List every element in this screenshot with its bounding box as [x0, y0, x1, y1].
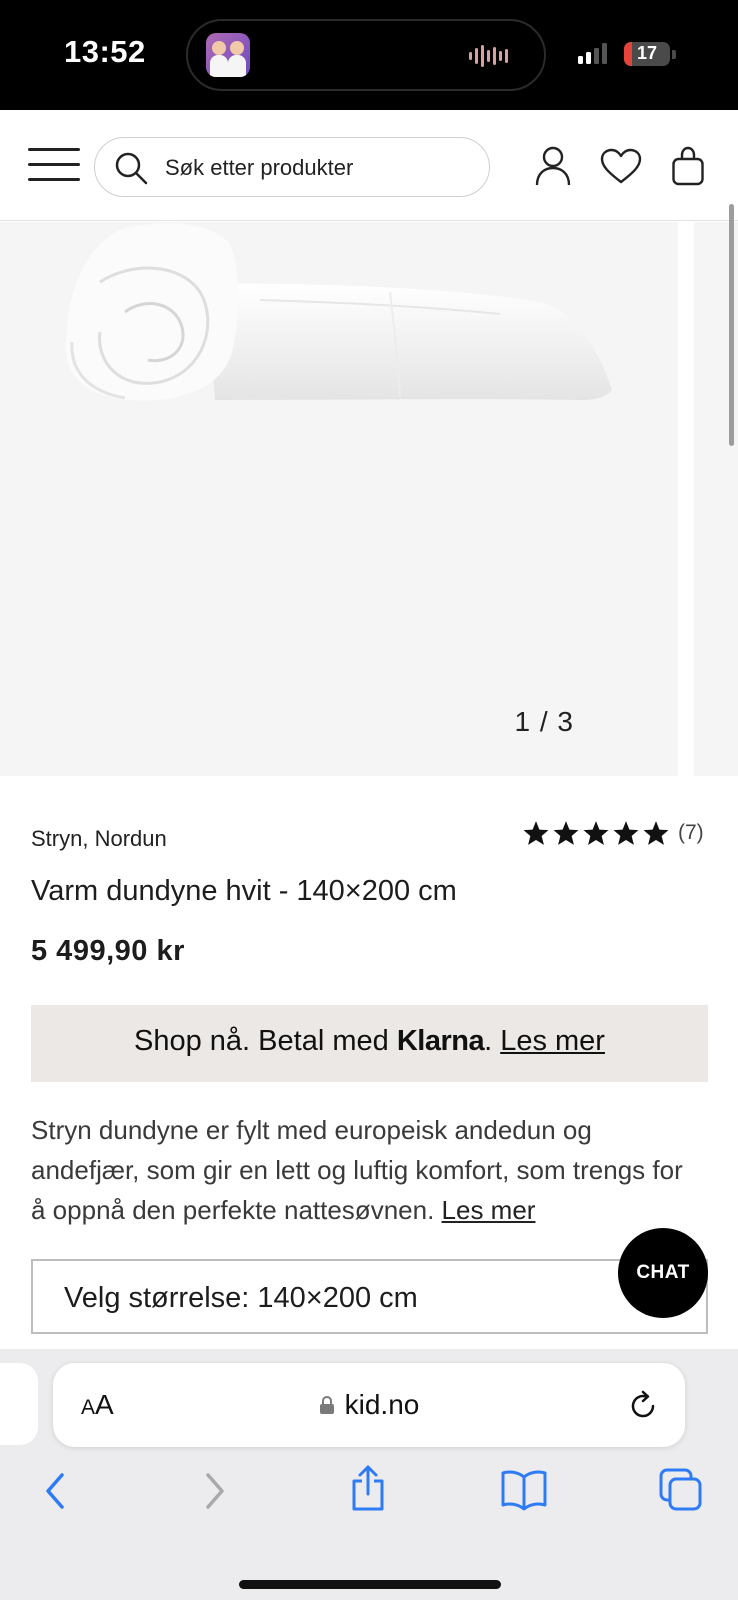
chat-button[interactable]: CHAT — [618, 1228, 708, 1318]
dynamic-island[interactable] — [186, 19, 546, 91]
forward-icon[interactable] — [198, 1469, 230, 1513]
review-count: (7) — [678, 821, 704, 844]
menu-icon[interactable] — [28, 148, 80, 182]
star-icon — [643, 821, 669, 845]
klarna-separator: . — [484, 1025, 501, 1057]
description-read-more-link[interactable]: Les mer — [442, 1195, 536, 1225]
share-icon[interactable] — [348, 1463, 388, 1513]
klarna-text: Shop nå. Betal med — [134, 1025, 397, 1057]
audio-waveform-icon — [469, 45, 508, 67]
wishlist-heart-icon[interactable] — [600, 148, 642, 184]
product-image-gallery[interactable]: 1 / 3 — [0, 222, 738, 776]
star-icon — [613, 821, 639, 845]
account-icon[interactable] — [535, 146, 571, 186]
product-price: 5 499,90 kr — [31, 935, 185, 967]
star-icon — [523, 821, 549, 845]
klarna-read-more-link[interactable]: Les mer — [500, 1025, 605, 1057]
bookmarks-icon[interactable] — [500, 1467, 548, 1511]
duvet-product-image — [66, 223, 612, 401]
battery-tip — [672, 50, 676, 59]
star-icon — [583, 821, 609, 845]
back-icon[interactable] — [40, 1469, 72, 1513]
product-rating[interactable]: (7) — [522, 820, 704, 846]
page-scrollbar[interactable] — [729, 204, 734, 446]
size-select[interactable]: Velg størrelse: 140×200 cm — [31, 1259, 708, 1334]
cellular-signal-icon — [578, 42, 607, 64]
gallery-counter: 1 / 3 — [514, 706, 574, 737]
battery-level: 17 — [636, 43, 658, 63]
battery-icon: 17 — [624, 42, 670, 66]
previous-tab-peek[interactable] — [0, 1363, 38, 1445]
search-icon — [115, 152, 148, 185]
product-description: Stryn dundyne er fylt med europeisk ande… — [31, 1110, 701, 1230]
star-icon — [553, 821, 579, 845]
cart-bag-icon[interactable] — [671, 146, 705, 186]
tabs-icon[interactable] — [658, 1467, 704, 1513]
url-text: kid.no — [344, 1389, 420, 1420]
address-bar[interactable]: AA kid.no — [53, 1363, 685, 1447]
now-playing-avatar-icon — [206, 33, 250, 77]
site-header: Søk etter produkter — [0, 110, 738, 221]
product-image-slide[interactable]: 1 / 3 — [0, 222, 678, 776]
reload-icon[interactable] — [627, 1389, 659, 1421]
browser-toolbar — [0, 1465, 738, 1529]
klarna-banner[interactable]: Shop nå. Betal med Klarna. Les mer — [31, 1005, 708, 1082]
status-time: 13:52 — [64, 34, 146, 69]
klarna-logo: Klarna — [396, 1025, 485, 1057]
home-indicator[interactable] — [239, 1580, 501, 1589]
browser-bottom-bar: AA kid.no — [0, 1349, 738, 1600]
status-bar: 13:52 17 — [0, 0, 738, 110]
search-field[interactable]: Søk etter produkter — [94, 137, 490, 197]
product-title: Varm dundyne hvit - 140×200 cm — [31, 875, 457, 907]
lock-icon — [319, 1395, 334, 1414]
url-display[interactable]: kid.no — [53, 1389, 685, 1421]
search-placeholder: Søk etter produkter — [165, 155, 354, 180]
description-text: Stryn dundyne er fylt med europeisk ande… — [31, 1115, 683, 1225]
product-brand[interactable]: Stryn, Nordun — [31, 826, 167, 852]
